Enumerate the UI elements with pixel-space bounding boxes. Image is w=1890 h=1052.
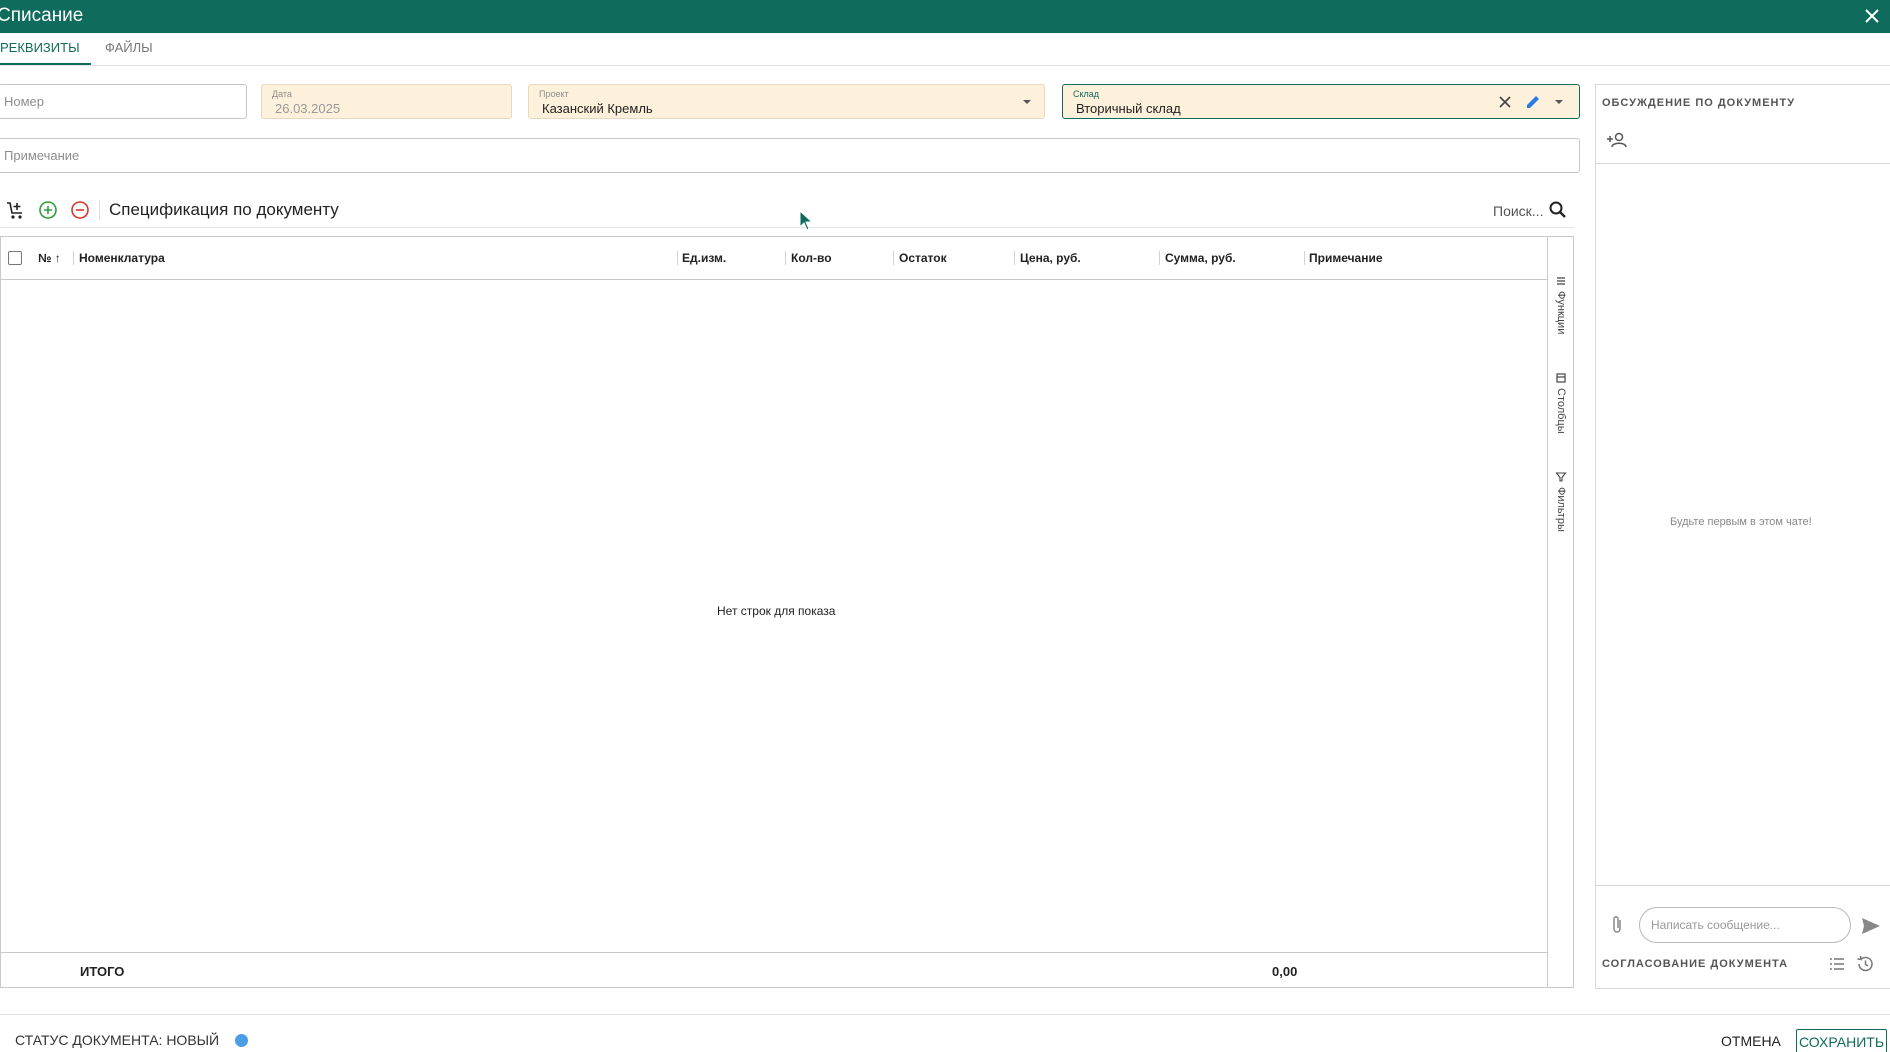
side-tab-functions[interactable]: Функции [1551,275,1571,355]
date-label: Дата [272,89,292,99]
grid-header: № ↑ Номенклатура Ед.изм. Кол-во Остаток … [1,237,1547,280]
col-price[interactable]: Цена, руб. [1020,251,1081,265]
date-field: Дата 26.03.2025 [261,84,512,119]
note-field[interactable]: Примечание [0,138,1580,173]
message-input[interactable]: Написать сообщение... [1639,907,1851,943]
spec-grid: № ↑ Номенклатура Ед.изм. Кол-во Остаток … [0,236,1574,988]
column-separator [785,251,786,265]
menu-icon [1557,277,1565,285]
side-tab-filters[interactable]: Фильтры [1551,471,1571,551]
status-indicator [235,1034,248,1047]
col-nomenclature[interactable]: Номенклатура [79,251,165,265]
tab-bar: РЕКВИЗИТЫ ФАЙЛЫ [0,33,1890,66]
document-status: СТАТУС ДОКУМЕНТА: НОВЫЙ [15,1032,220,1048]
search-input[interactable]: Поиск... [1493,203,1543,219]
side-tab-functions-label: Функции [1555,291,1567,335]
column-separator [677,251,678,265]
grid-side-panel: Функции Столбцы Фильтры [1547,237,1573,987]
title-bar: Списание [0,0,1890,33]
side-tab-columns[interactable]: Столбцы [1551,372,1571,452]
mouse-cursor-icon [799,210,813,231]
column-separator [73,251,74,265]
col-note[interactable]: Примечание [1309,251,1383,265]
col-number[interactable]: № ↑ [38,251,61,265]
grid-total-row: ИТОГО 0,00 [1,952,1547,987]
clear-icon[interactable] [1495,92,1515,112]
project-value: Казанский Кремль [542,101,653,116]
window-title: Списание [0,5,84,26]
col-quantity[interactable]: Кол-во [791,251,832,265]
project-select[interactable]: Проект Казанский Кремль [528,84,1045,119]
approval-header: СОГЛАСОВАНИЕ ДОКУМЕНТА [1602,958,1789,970]
warehouse-value[interactable]: Вторичный склад [1076,101,1181,116]
remove-row-icon[interactable] [69,199,91,221]
spec-title: Спецификация по документу [109,200,339,219]
column-separator [1304,251,1305,265]
col-unit[interactable]: Ед.изм. [682,251,726,265]
paperclip-icon[interactable] [1609,914,1625,936]
discussion-panel: ОБСУЖДЕНИЕ ПО ДОКУМЕНТУ Будьте первым в … [1595,84,1890,989]
column-separator [1014,251,1015,265]
history-icon[interactable] [1855,954,1875,974]
warehouse-select[interactable]: Склад Вторичный склад [1062,84,1580,119]
column-separator [1159,251,1160,265]
chat-empty-message: Будьте первым в этом чате! [1670,516,1812,528]
search-icon[interactable] [1547,199,1569,221]
columns-icon [1556,373,1566,383]
chevron-down-icon[interactable] [1017,92,1037,112]
filter-icon [1555,472,1567,482]
number-field[interactable]: Номер [0,84,247,119]
side-tab-columns-label: Столбцы [1555,388,1567,434]
col-remainder[interactable]: Остаток [899,251,947,265]
add-to-cart-icon[interactable] [4,199,26,221]
discussion-header: ОБСУЖДЕНИЕ ПО ДОКУМЕНТУ [1602,97,1796,109]
project-label: Проект [539,89,569,99]
divider [1596,885,1890,886]
warehouse-label: Склад [1073,89,1100,99]
divider [1596,163,1890,164]
toolbar-divider [99,200,100,220]
total-sum: 0,00 [1272,964,1298,979]
close-icon[interactable] [1860,4,1884,28]
footer-bar: СТАТУС ДОКУМЕНТА: НОВЫЙ ОТМЕНА СОХРАНИТЬ [0,1014,1890,1052]
chevron-down-icon[interactable] [1549,92,1569,112]
date-value: 26.03.2025 [275,101,341,116]
list-icon[interactable] [1827,954,1847,974]
send-icon[interactable] [1860,915,1882,937]
empty-grid-message: Нет строк для показа [717,604,836,618]
number-placeholder: Номер [4,94,45,109]
total-label: ИТОГО [80,964,125,979]
note-placeholder: Примечание [4,148,80,163]
select-all-checkbox[interactable] [8,251,22,265]
side-tab-filters-label: Фильтры [1555,487,1567,532]
edit-pencil-icon[interactable] [1523,92,1543,112]
spec-toolbar: Спецификация по документу Поиск... [0,192,1574,228]
tab-requisites[interactable]: РЕКВИЗИТЫ [0,33,91,65]
cancel-button[interactable]: ОТМЕНА [1721,1033,1781,1049]
add-participant-icon[interactable] [1607,129,1629,151]
tab-files[interactable]: ФАЙЛЫ [105,33,153,65]
col-sum[interactable]: Сумма, руб. [1165,251,1236,265]
save-button[interactable]: СОХРАНИТЬ [1796,1029,1887,1052]
column-separator [893,251,894,265]
add-row-icon[interactable] [37,199,59,221]
